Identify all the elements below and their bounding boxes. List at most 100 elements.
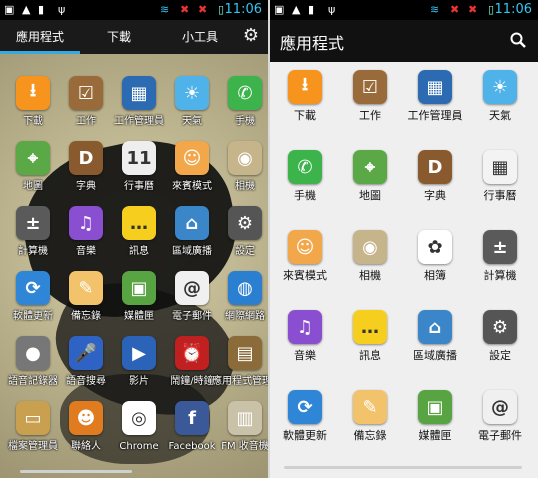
photos-icon: ✿ (418, 230, 452, 264)
app-label: 相機 (359, 269, 381, 282)
email-icon: @ (483, 390, 517, 424)
app-item[interactable]: ☀ 天氣 (467, 70, 533, 136)
app-item[interactable]: ± 計算機 (467, 230, 533, 296)
app-item[interactable]: ☑ 工作 (337, 70, 403, 136)
app-item[interactable]: ☺ 來賓模式 (272, 230, 338, 296)
facebook-icon: f (175, 401, 209, 435)
app-item[interactable]: ▤ 應用程式管理員 (212, 336, 268, 402)
calendar-icon: 11 (122, 141, 156, 175)
settings-icon: ⚙ (483, 310, 517, 344)
tab-downloads[interactable]: 下載 (82, 20, 156, 54)
battery-notification-icon: ▮ (38, 3, 45, 16)
app-label: 軟體更新 (283, 429, 327, 442)
app-item[interactable]: ◉ 相機 (212, 141, 268, 207)
camera-icon: ◉ (228, 141, 262, 175)
tab-apps-label: 應用程式 (15, 30, 64, 44)
right-app-drawer: ▣ ▲ ▮ ψ ≋ ✖ ✖ ▯ 11:06 應用程式 ⭳ 下載 ☑ 工作 ▦ 工作管理員 ☀… (270, 0, 538, 478)
status-bar-right: ▣ ▲ ▮ ψ ≋ ✖ ✖ ▯ 11:06 (270, 0, 538, 20)
sim-no-signal-icon-2: ✖ (198, 3, 208, 16)
tab-widgets[interactable]: 小工具 (158, 20, 242, 54)
app-label: 來賓模式 (283, 269, 327, 282)
task-manager-icon: ▦ (122, 76, 156, 110)
usb-icon: ψ (328, 3, 336, 16)
memo-icon: ✎ (353, 390, 387, 424)
app-label: 設定 (489, 349, 511, 362)
memo-icon: ✎ (69, 271, 103, 305)
app-item[interactable]: ▥ FM 收音機 (212, 401, 268, 467)
settings-gear-icon[interactable]: ⚙ (240, 25, 262, 47)
dictionary-icon: D (69, 141, 103, 175)
chrome-icon: ◎ (122, 401, 156, 435)
battery-icon: ▯ (218, 3, 225, 16)
app-label: 下載 (294, 109, 316, 122)
app-item[interactable]: ▣ 媒體匣 (402, 390, 468, 456)
app-item[interactable]: ✎ 備忘錄 (337, 390, 403, 456)
app-item[interactable]: ⟳ 軟體更新 (272, 390, 338, 456)
app-label: 電子郵件 (478, 429, 522, 442)
file-manager-icon: ▭ (16, 401, 50, 435)
voice-search-icon: 🎤 (69, 336, 103, 370)
app-item[interactable]: ◍ 網際網路 (212, 271, 268, 337)
phone-icon: ✆ (288, 150, 322, 184)
download-icon: ⭳ (16, 76, 50, 110)
photo-notification-icon: ▣ (274, 3, 285, 16)
app-label: 媒體匣 (418, 429, 452, 442)
page-indicator (284, 466, 522, 469)
app-label: 應用程式管理員 (212, 376, 268, 387)
status-time: 11:06 (224, 2, 262, 17)
app-item[interactable]: ✿ 相簿 (402, 230, 468, 296)
app-label: 區域廣播 (413, 349, 457, 362)
app-item[interactable]: ✆ 手機 (272, 150, 338, 216)
app-item[interactable]: ⭳ 下載 (272, 70, 338, 136)
voice-recorder-icon: ● (16, 336, 50, 370)
gallery-icon: ▣ (122, 271, 156, 305)
app-item[interactable]: … 訊息 (337, 310, 403, 376)
app-item[interactable]: ✆ 手機 (212, 76, 268, 142)
status-bar-left: ▣ ▲ ▮ ψ ≋ ✖ ✖ ▯ 11:06 (0, 0, 268, 20)
app-item[interactable]: @ 電子郵件 (467, 390, 533, 456)
page-title: 應用程式 (280, 34, 345, 53)
app-notification-icon: ▲ (22, 3, 31, 16)
app-label: 相機 (235, 181, 255, 192)
sim-no-signal-icon: ✖ (450, 3, 460, 16)
battery-notification-icon: ▮ (308, 3, 315, 16)
guest-mode-icon: ☺ (288, 230, 322, 264)
guest-mode-icon: ☺ (175, 141, 209, 175)
app-item[interactable]: ⌂ 區域廣播 (402, 310, 468, 376)
app-label: 設定 (235, 246, 255, 257)
maps-icon: ⌖ (16, 141, 50, 175)
task-manager-icon: ▦ (418, 70, 452, 104)
weather-icon: ☀ (175, 76, 209, 110)
app-label: 工作管理員 (407, 109, 463, 122)
area-broadcast-icon: ⌂ (418, 310, 452, 344)
app-item[interactable]: ⚙ 設定 (467, 310, 533, 376)
sim-no-signal-icon: ✖ (180, 3, 190, 16)
download-icon: ⭳ (288, 70, 322, 104)
calculator-icon: ± (16, 206, 50, 240)
left-app-drawer: ▣ ▲ ▮ ψ ≋ ✖ ✖ ▯ 11:06 應用程式 下載 小工具 ⚙ ⭳ 下載 ☑… (0, 0, 268, 478)
software-update-icon: ⟳ (288, 390, 322, 424)
app-notification-icon: ▲ (292, 3, 301, 16)
search-icon[interactable] (510, 32, 526, 48)
app-item[interactable]: D 字典 (402, 150, 468, 216)
app-item[interactable]: ⌖ 地圖 (337, 150, 403, 216)
settings-icon: ⚙ (228, 206, 262, 240)
tab-widgets-label: 小工具 (181, 30, 218, 44)
app-item[interactable]: ▦ 行事曆 (467, 150, 533, 216)
app-item[interactable]: ◉ 相機 (337, 230, 403, 296)
usb-icon: ψ (58, 3, 66, 16)
music-icon: ♫ (288, 310, 322, 344)
area-broadcast-icon: ⌂ (175, 206, 209, 240)
camera-icon: ◉ (353, 230, 387, 264)
app-label: 訊息 (359, 349, 381, 362)
app-item[interactable]: ⚙ 設定 (212, 206, 268, 272)
tasks-icon: ☑ (353, 70, 387, 104)
left-app-grid: ⭳ 下載 ☑ 工作 ▦ 工作管理員 ☀ 天氣 ✆ 手機 ⌖ 地圖 D 字典 11 行事曆 ☺ 來賓模式 ◉ 相機 ± 計算… (0, 76, 268, 466)
app-item[interactable]: ♫ 音樂 (272, 310, 338, 376)
right-app-grid: ⭳ 下載 ☑ 工作 ▦ 工作管理員 ☀ 天氣 ✆ 手機 ⌖ 地圖 D 字典 ▦ 行事曆 ☺ 來賓模式 ◉ 相機 ✿ 相簿 ±… (270, 70, 538, 460)
gallery-icon: ▣ (418, 390, 452, 424)
app-item[interactable]: ▦ 工作管理員 (402, 70, 468, 136)
tab-apps[interactable]: 應用程式 (0, 20, 80, 54)
software-update-icon: ⟳ (16, 271, 50, 305)
app-label: 字典 (424, 189, 446, 202)
